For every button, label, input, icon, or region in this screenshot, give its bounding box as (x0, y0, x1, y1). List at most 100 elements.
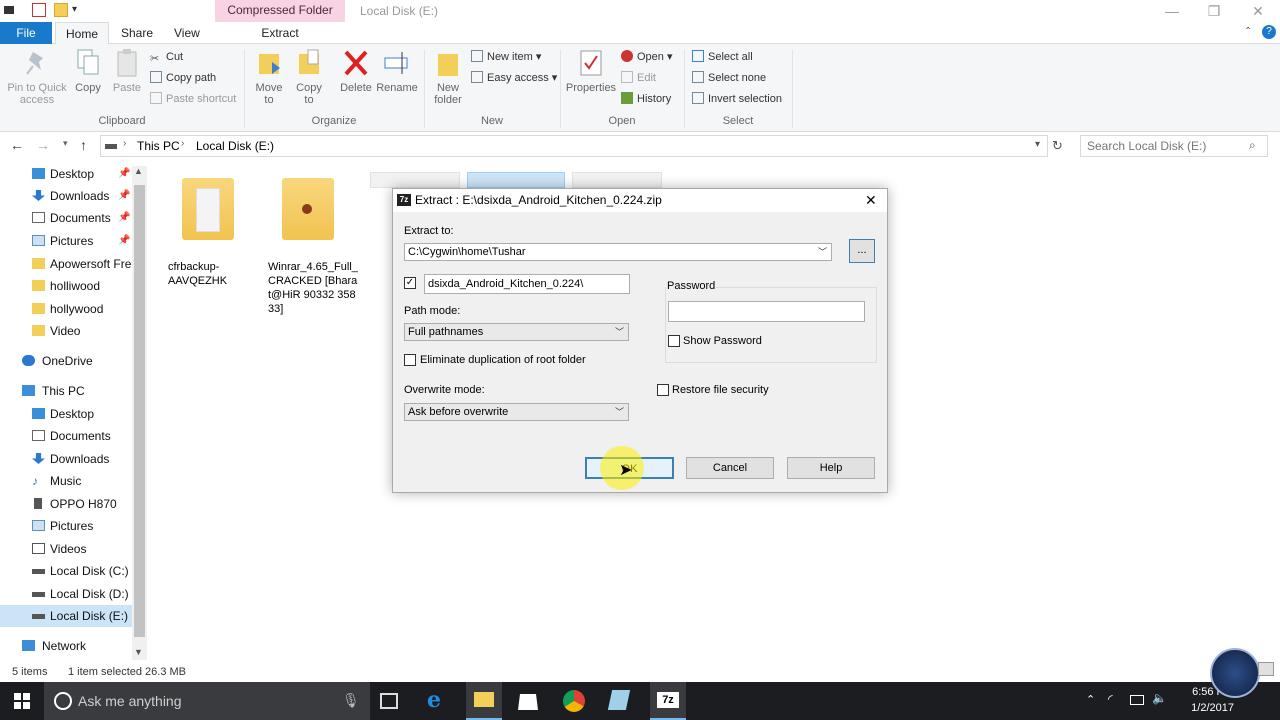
pin-quick-access-button[interactable]: Pin to Quick access (4, 48, 70, 106)
nav-item-pc-documents[interactable]: Documents (0, 425, 132, 447)
file-item-selected[interactable] (467, 172, 565, 188)
tab-extract[interactable]: Extract (215, 22, 345, 44)
edit-button[interactable]: Edit (621, 69, 656, 87)
cut-button[interactable]: ✂ Cut (150, 48, 183, 66)
minimize-button[interactable]: — (1150, 0, 1194, 22)
history-button[interactable]: History (621, 90, 671, 108)
copy-button[interactable]: Copy (72, 48, 104, 94)
qat-dropdown-icon[interactable]: ▾ (72, 4, 77, 15)
scroll-down-icon[interactable]: ▼ (134, 647, 143, 657)
open-button[interactable]: Open ▾ (621, 48, 673, 66)
tab-view[interactable]: View (164, 22, 210, 44)
cancel-button[interactable]: Cancel (686, 457, 774, 479)
windows-start-icon[interactable] (14, 693, 30, 709)
address-bar[interactable]: › This PC › Local Disk (E:) ▾ (100, 135, 1048, 157)
taskbar-7zip-active[interactable]: 7z (650, 682, 686, 720)
restore-security-checkbox[interactable] (657, 384, 669, 396)
wifi-icon[interactable]: ◜ (1108, 692, 1113, 706)
nav-scrollbar-thumb[interactable] (134, 185, 145, 637)
new-folder-quick-icon[interactable] (54, 3, 68, 17)
breadcrumb-this-pc[interactable]: This PC (137, 139, 180, 153)
select-none-button[interactable]: Select none (692, 69, 766, 87)
refresh-icon[interactable]: ↻ (1052, 138, 1063, 154)
rename-button[interactable]: Rename (376, 48, 418, 94)
nav-item-network[interactable]: Network (0, 635, 132, 657)
forward-arrow-icon[interactable]: → (36, 137, 50, 153)
back-arrow-icon[interactable]: ← (10, 137, 24, 153)
paste-button[interactable]: Paste (110, 48, 144, 94)
file-item[interactable]: cfrbackup-AAVQEZHK (168, 178, 260, 288)
tab-share[interactable]: Share (111, 22, 163, 44)
invert-selection-button[interactable]: Invert selection (692, 90, 782, 108)
taskbar-search-box[interactable]: Ask me anything (44, 682, 370, 720)
select-all-button[interactable]: Select all (692, 48, 753, 66)
task-view-icon[interactable] (380, 693, 398, 709)
up-arrow-icon[interactable]: ↑ (80, 137, 87, 153)
recent-locations-icon[interactable]: ▾ (63, 138, 68, 149)
nav-item-this-pc[interactable]: This PC (0, 380, 132, 402)
nav-item-video[interactable]: Video (0, 320, 132, 342)
paste-shortcut-button[interactable]: Paste shortcut (150, 90, 236, 108)
volume-icon[interactable]: 🔈 (1152, 691, 1167, 705)
edge-browser-icon[interactable]: e (427, 689, 451, 712)
properties-quick-icon[interactable] (32, 3, 46, 17)
file-item[interactable]: Winrar_4.65_Full_CRACKED [Bharat@HiR 903… (268, 178, 360, 316)
help-icon[interactable]: ? (1262, 25, 1276, 39)
copy-to-button[interactable]: Copy to (292, 48, 326, 106)
browse-button[interactable]: ... (849, 239, 875, 263)
copy-path-button[interactable]: Copy path (150, 69, 216, 87)
action-center-icon[interactable] (1258, 662, 1274, 676)
nav-item-pc-pictures[interactable]: Pictures (0, 515, 132, 537)
subfolder-input[interactable]: dsixda_Android_Kitchen_0.224\ (424, 274, 630, 294)
battery-icon[interactable] (1130, 695, 1144, 705)
microphone-icon[interactable]: 🎙 (342, 692, 360, 709)
file-item[interactable] (572, 172, 662, 188)
nav-item-pc-downloads[interactable]: Downloads (0, 448, 132, 470)
nav-item-downloads[interactable]: Downloads 📌 (0, 185, 132, 207)
nav-item-oppo[interactable]: OPPO H870 (0, 493, 132, 515)
show-password-checkbox[interactable] (668, 335, 680, 347)
collapse-ribbon-icon[interactable]: ⌃ (1244, 26, 1252, 37)
scroll-up-icon[interactable]: ▲ (134, 166, 143, 176)
nav-item-pc-desktop[interactable]: Desktop (0, 403, 132, 425)
nav-item-disk-e[interactable]: Local Disk (E:) (0, 605, 132, 627)
ribbon: Pin to Quick access Copy Paste ✂ Cut Copy… (0, 44, 1280, 132)
nav-item-music[interactable]: ♪ Music (0, 470, 132, 492)
overwrite-select[interactable]: Ask before overwrite ﹀ (404, 403, 629, 421)
address-dropdown-icon[interactable]: ▾ (1035, 139, 1040, 150)
move-to-button[interactable]: Move to (252, 48, 286, 106)
taskbar-explorer-active[interactable] (466, 682, 502, 720)
nav-item-videos[interactable]: Videos (0, 538, 132, 560)
nav-item-documents[interactable]: Documents 📌 (0, 207, 132, 229)
chrome-icon[interactable] (563, 690, 585, 712)
eliminate-checkbox[interactable] (404, 354, 416, 366)
properties-button[interactable]: Properties (565, 48, 617, 94)
path-mode-select[interactable]: Full pathnames ﹀ (404, 323, 629, 341)
tab-home[interactable]: Home (55, 22, 110, 45)
password-input[interactable] (668, 301, 865, 322)
new-folder-button[interactable]: New folder (430, 48, 466, 106)
dialog-close-icon[interactable]: ✕ (865, 189, 877, 212)
nav-item-disk-d[interactable]: Local Disk (D:) (0, 583, 132, 605)
extract-to-combo[interactable]: C:\Cygwin\home\Tushar ﹀ (404, 243, 832, 261)
nav-item-apowersoft[interactable]: Apowersoft Free (0, 253, 138, 275)
nav-item-hollywood[interactable]: hollywood (0, 298, 132, 320)
delete-button[interactable]: Delete (338, 48, 374, 94)
help-button[interactable]: Help (787, 457, 875, 479)
subfolder-checkbox[interactable]: ✓ (404, 277, 416, 289)
new-item-button[interactable]: New item ▾ (471, 48, 541, 66)
nav-item-pictures[interactable]: Pictures 📌 (0, 230, 132, 252)
breadcrumb-local-disk[interactable]: Local Disk (E:) (196, 139, 274, 153)
easy-access-button[interactable]: Easy access ▾ (471, 69, 557, 87)
nav-item-disk-c[interactable]: Local Disk (C:) (0, 560, 132, 582)
nav-item-onedrive[interactable]: OneDrive (0, 350, 132, 372)
maximize-button[interactable]: ❐ (1192, 0, 1236, 22)
nav-item-desktop[interactable]: Desktop 📌 (0, 163, 132, 185)
file-item[interactable] (370, 172, 460, 188)
show-hidden-icons-icon[interactable]: ⌃ (1086, 693, 1095, 706)
nav-item-holliwood[interactable]: holliwood (0, 275, 132, 297)
search-input[interactable]: Search Local Disk (E:) (1080, 135, 1268, 157)
tab-file[interactable]: File (0, 22, 52, 44)
close-window-button[interactable]: ✕ (1236, 0, 1280, 22)
system-menu-icon[interactable] (4, 6, 14, 14)
